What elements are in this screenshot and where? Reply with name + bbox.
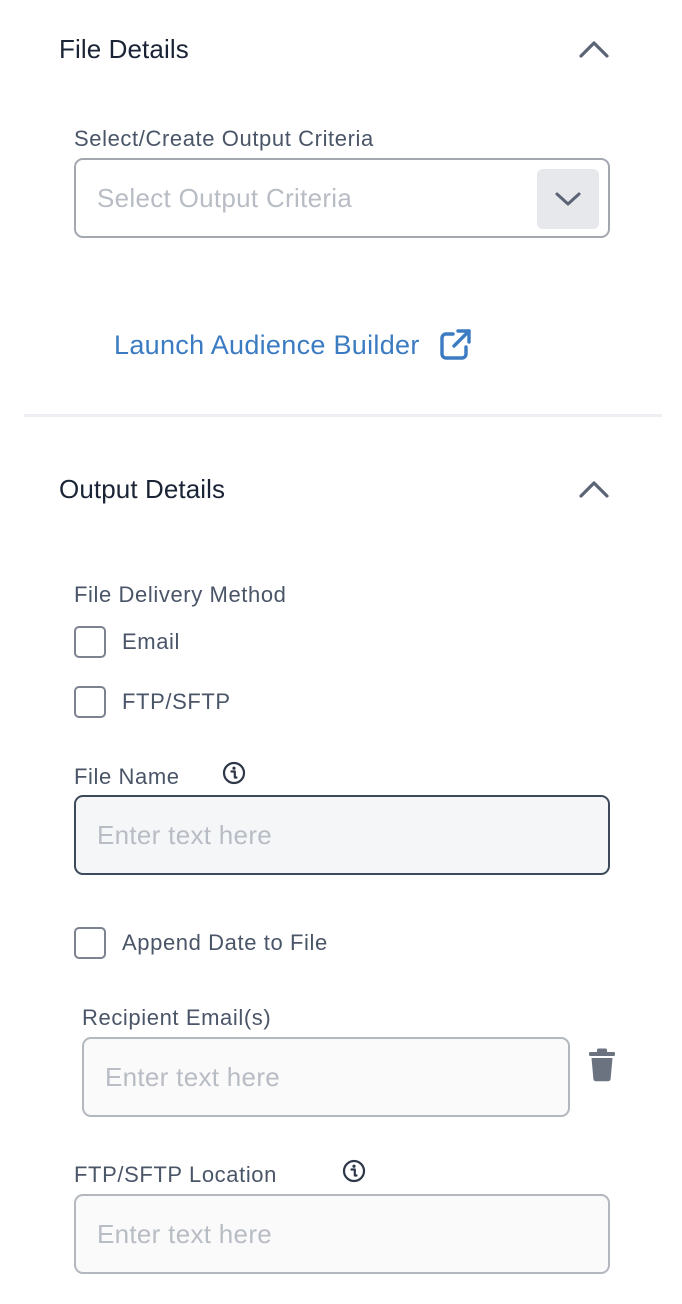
info-icon[interactable] xyxy=(222,761,246,785)
delivery-method-label: File Delivery Method xyxy=(74,582,287,607)
file-details-title: File Details xyxy=(59,34,189,64)
file-name-input[interactable] xyxy=(74,795,610,875)
file-details-collapse-button[interactable] xyxy=(576,37,612,61)
recipient-email-label: Recipient Email(s) xyxy=(82,1005,272,1030)
output-config-panel: File Details Select/Create Output Criter… xyxy=(0,0,682,1304)
launch-audience-builder-link[interactable]: Launch Audience Builder xyxy=(114,328,472,362)
info-icon[interactable] xyxy=(342,1159,366,1183)
chevron-up-icon xyxy=(579,41,609,58)
dropdown-toggle-button[interactable] xyxy=(537,169,599,229)
output-details-title: Output Details xyxy=(59,474,226,504)
recipient-email-input[interactable] xyxy=(82,1037,570,1117)
external-link-icon xyxy=(438,328,472,362)
ftp-location-label: FTP/SFTP Location xyxy=(74,1162,277,1187)
ftp-checkbox[interactable] xyxy=(74,686,106,718)
email-option-label: Email xyxy=(122,629,181,654)
email-checkbox[interactable] xyxy=(74,626,106,658)
append-date-checkbox[interactable] xyxy=(74,927,106,959)
chevron-down-icon xyxy=(555,192,581,206)
ftp-option-label: FTP/SFTP xyxy=(122,689,231,714)
section-divider xyxy=(24,414,662,417)
launch-audience-builder-label: Launch Audience Builder xyxy=(114,329,420,360)
output-details-collapse-button[interactable] xyxy=(576,477,612,501)
output-criteria-label: Select/Create Output Criteria xyxy=(74,126,374,151)
chevron-up-icon xyxy=(579,481,609,498)
delivery-option-ftp[interactable]: FTP/SFTP xyxy=(74,686,231,718)
ftp-location-input[interactable] xyxy=(74,1194,610,1274)
output-criteria-placeholder: Select Output Criteria xyxy=(97,183,353,213)
file-name-label: File Name xyxy=(74,764,180,789)
append-date-label: Append Date to File xyxy=(122,930,328,955)
delivery-option-email[interactable]: Email xyxy=(74,626,180,658)
trash-icon[interactable] xyxy=(588,1048,616,1087)
output-criteria-select[interactable]: Select Output Criteria xyxy=(74,158,610,238)
append-date-option[interactable]: Append Date to File xyxy=(74,927,328,959)
